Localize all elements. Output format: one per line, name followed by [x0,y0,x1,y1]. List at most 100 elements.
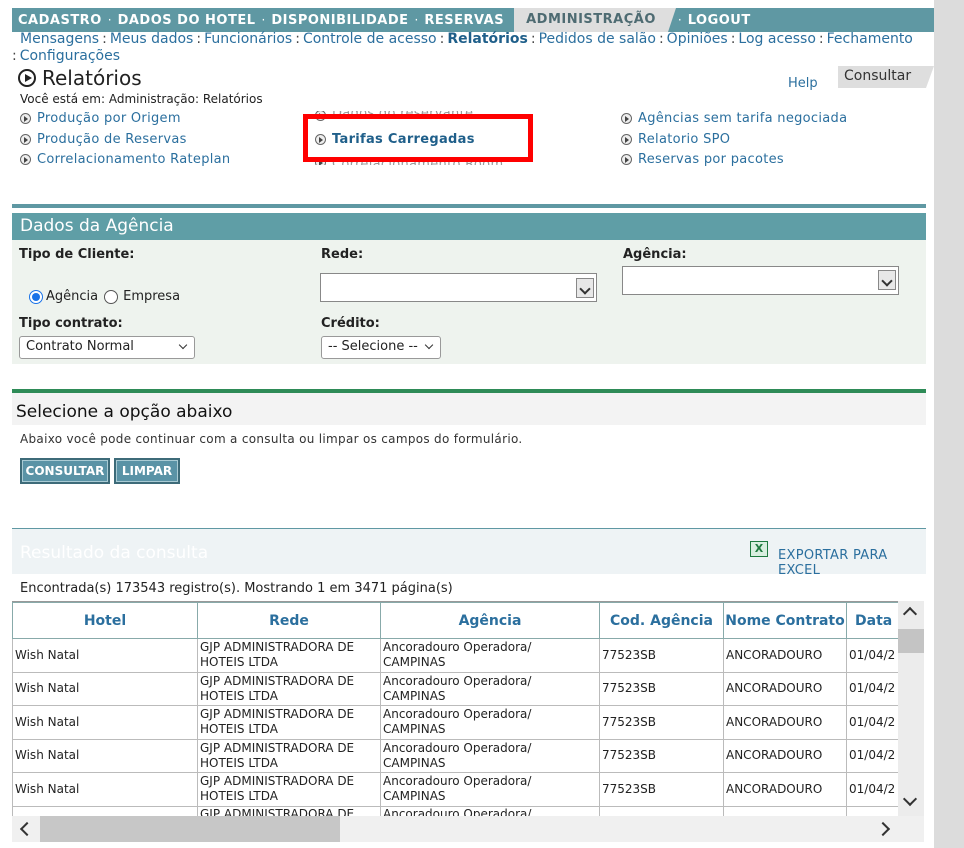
cell-data: 01/04/2 [846,705,898,740]
scrollbar-corner [898,816,924,842]
table-row[interactable]: Wish Natal GJP ADMINISTRADORA DE HOTEIS … [12,738,898,773]
options-header: Selecione a opção abaixo [12,393,926,425]
cell-nome-contrato: ANCORADOURO [723,738,847,773]
column-header-cod-agencia[interactable]: Cod. Agência [599,602,724,639]
radio-agencia[interactable] [29,289,43,304]
cell-nome-contrato: ANCORADOURO [723,705,847,740]
circle-play-icon [621,113,632,124]
rede-select[interactable] [320,273,597,302]
scrollbar-thumb[interactable] [40,816,340,842]
subnav-meus-dados[interactable]: Meus dados [110,31,194,47]
subnav-fechamento[interactable]: Fechamento [827,31,913,47]
nav-reservas[interactable]: RESERVAS [418,13,510,28]
cell-agencia: Ancoradouro Operadora/ CAMPINAS [380,638,600,673]
vertical-scrollbar[interactable] [898,601,924,816]
circle-play-icon [20,113,31,124]
report-producao-por-origem[interactable]: Produção por Origem [20,111,181,126]
subnav-funcionarios[interactable]: Funcionários [204,31,292,47]
cell-agencia: Ancoradouro Operadora/ [380,805,600,816]
window-gutter [934,0,964,848]
cell-data: 01/04/2 [846,638,898,673]
report-correlacionamento-rateplan[interactable]: Correlacionamento Rateplan [20,152,230,167]
column-header-nome-contrato[interactable]: Nome Contrato [723,602,847,639]
left-gutter [0,0,12,848]
chevron-right-icon[interactable] [875,821,891,837]
subnav-log-acesso[interactable]: Log acesso [738,31,816,47]
cell-hotel: Wish Natal [12,772,198,807]
table-row[interactable]: Wish Natal GJP ADMINISTRADORA DE HOTEIS … [12,772,898,807]
cell-rede: GJP ADMINISTRADORA DE HOTEIS LTDA [197,638,381,673]
credito-value: -- Selecione -- [328,339,418,354]
chevron-down-icon [424,340,434,350]
cell-hotel [12,805,198,816]
report-label: Relatorio SPO [638,132,731,147]
subnav-relatorios[interactable]: Relatórios [447,31,528,47]
subnav-separator: : [530,31,536,47]
cell-rede: GJP ADMINISTRADORA DE HOTEIS LTDA [197,671,381,706]
table-row[interactable]: GJP ADMINISTRADORA DE Ancoradouro Operad… [12,805,898,816]
table-row[interactable]: Wish Natal GJP ADMINISTRADORA DE HOTEIS … [12,705,898,740]
credito-select[interactable]: -- Selecione -- [321,336,441,359]
results-table: Hotel Rede Agência Cod. Agência Nome Con… [12,602,898,816]
help-link[interactable]: Help [788,76,818,91]
cell-nome-contrato [723,805,847,816]
consultar-button[interactable]: CONSULTAR [20,458,110,484]
subnav-separator: : [102,31,107,47]
report-producao-de-reservas[interactable]: Produção de Reservas [20,132,187,147]
cell-cod-agencia: 77523SB [599,705,724,740]
circle-play-icon [621,154,632,165]
results-header: Resultado da consulta X EXPORTAR PARA EX… [12,528,926,578]
radio-empresa[interactable] [104,289,119,304]
cell-cod-agencia: 77523SB [599,738,724,773]
subnav-opinioes[interactable]: Opiniões [667,31,728,47]
subnav-separator: : [196,31,202,47]
report-reservas-por-pacotes[interactable]: Reservas por pacotes [621,152,784,167]
cell-agencia: Ancoradouro Operadora/ CAMPINAS [380,738,600,773]
limpar-button[interactable]: LIMPAR [114,458,180,484]
report-label: Agências sem tarifa negociada [638,111,848,126]
cell-rede: GJP ADMINISTRADORA DE HOTEIS LTDA [197,738,381,773]
subnav-controle-de-acesso[interactable]: Controle de acesso [303,31,437,47]
column-header-agencia[interactable]: Agência [380,602,600,639]
consultar-tab[interactable]: Consultar [838,66,934,88]
agencia-select[interactable] [622,266,899,295]
circle-play-icon [20,134,31,145]
horizontal-scrollbar[interactable] [12,816,898,842]
subnav-separator: : [295,31,300,47]
column-header-data[interactable]: Data I [846,602,898,639]
tipo-contrato-select[interactable]: Contrato Normal [19,336,195,359]
cell-data [846,805,898,816]
cell-cod-agencia [599,805,724,816]
column-header-rede[interactable]: Rede [197,602,381,639]
column-header-hotel[interactable]: Hotel [12,602,198,639]
table-row[interactable]: Wish Natal GJP ADMINISTRADORA DE HOTEIS … [12,671,898,706]
nav-disponibilidade[interactable]: DISPONIBILIDADE [265,13,414,28]
agencia-label: Agência: [623,247,687,262]
chevron-down-icon[interactable] [902,791,918,807]
rede-label: Rede: [321,247,364,262]
cell-nome-contrato: ANCORADOURO [723,772,847,807]
options-description: Abaixo você pode continuar com a consult… [20,432,523,446]
report-relatorio-spo[interactable]: Relatorio SPO [621,132,730,147]
chevron-left-icon[interactable] [19,821,35,837]
nav-dados-do-hotel[interactable]: DADOS DO HOTEL [112,13,262,28]
cell-hotel: Wish Natal [12,638,198,673]
nav-cadastro[interactable]: CADASTRO [12,13,108,28]
agency-panel-header: Dados da Agência [12,213,926,240]
chevron-up-icon[interactable] [902,606,918,622]
scrollbar-thumb[interactable] [898,629,924,653]
table-row[interactable]: Wish Natal GJP ADMINISTRADORA DE HOTEIS … [12,638,898,673]
subnav-configuracoes[interactable]: Configurações [20,48,120,64]
nav-logout[interactable]: LOGOUT [682,13,757,28]
nav-administracao[interactable]: ADMINISTRAÇÃO [514,8,676,32]
tipo-contrato-label: Tipo contrato: [19,316,123,331]
subnav-mensagens[interactable]: Mensagens [20,31,99,47]
report-label: Produção por Origem [37,111,181,126]
excel-icon[interactable]: X [750,541,768,557]
report-agencias-sem-tarifa[interactable]: Agências sem tarifa negociada [621,111,847,126]
subnav-pedidos-de-salao[interactable]: Pedidos de salão [539,31,656,47]
sub-navigation: Mensagens: Meus dados: Funcionários: Contro… [12,31,934,65]
section-divider [12,204,926,208]
export-excel-link[interactable]: EXPORTAR PARA EXCEL [778,548,926,578]
cell-data: 01/04/2 [846,738,898,773]
